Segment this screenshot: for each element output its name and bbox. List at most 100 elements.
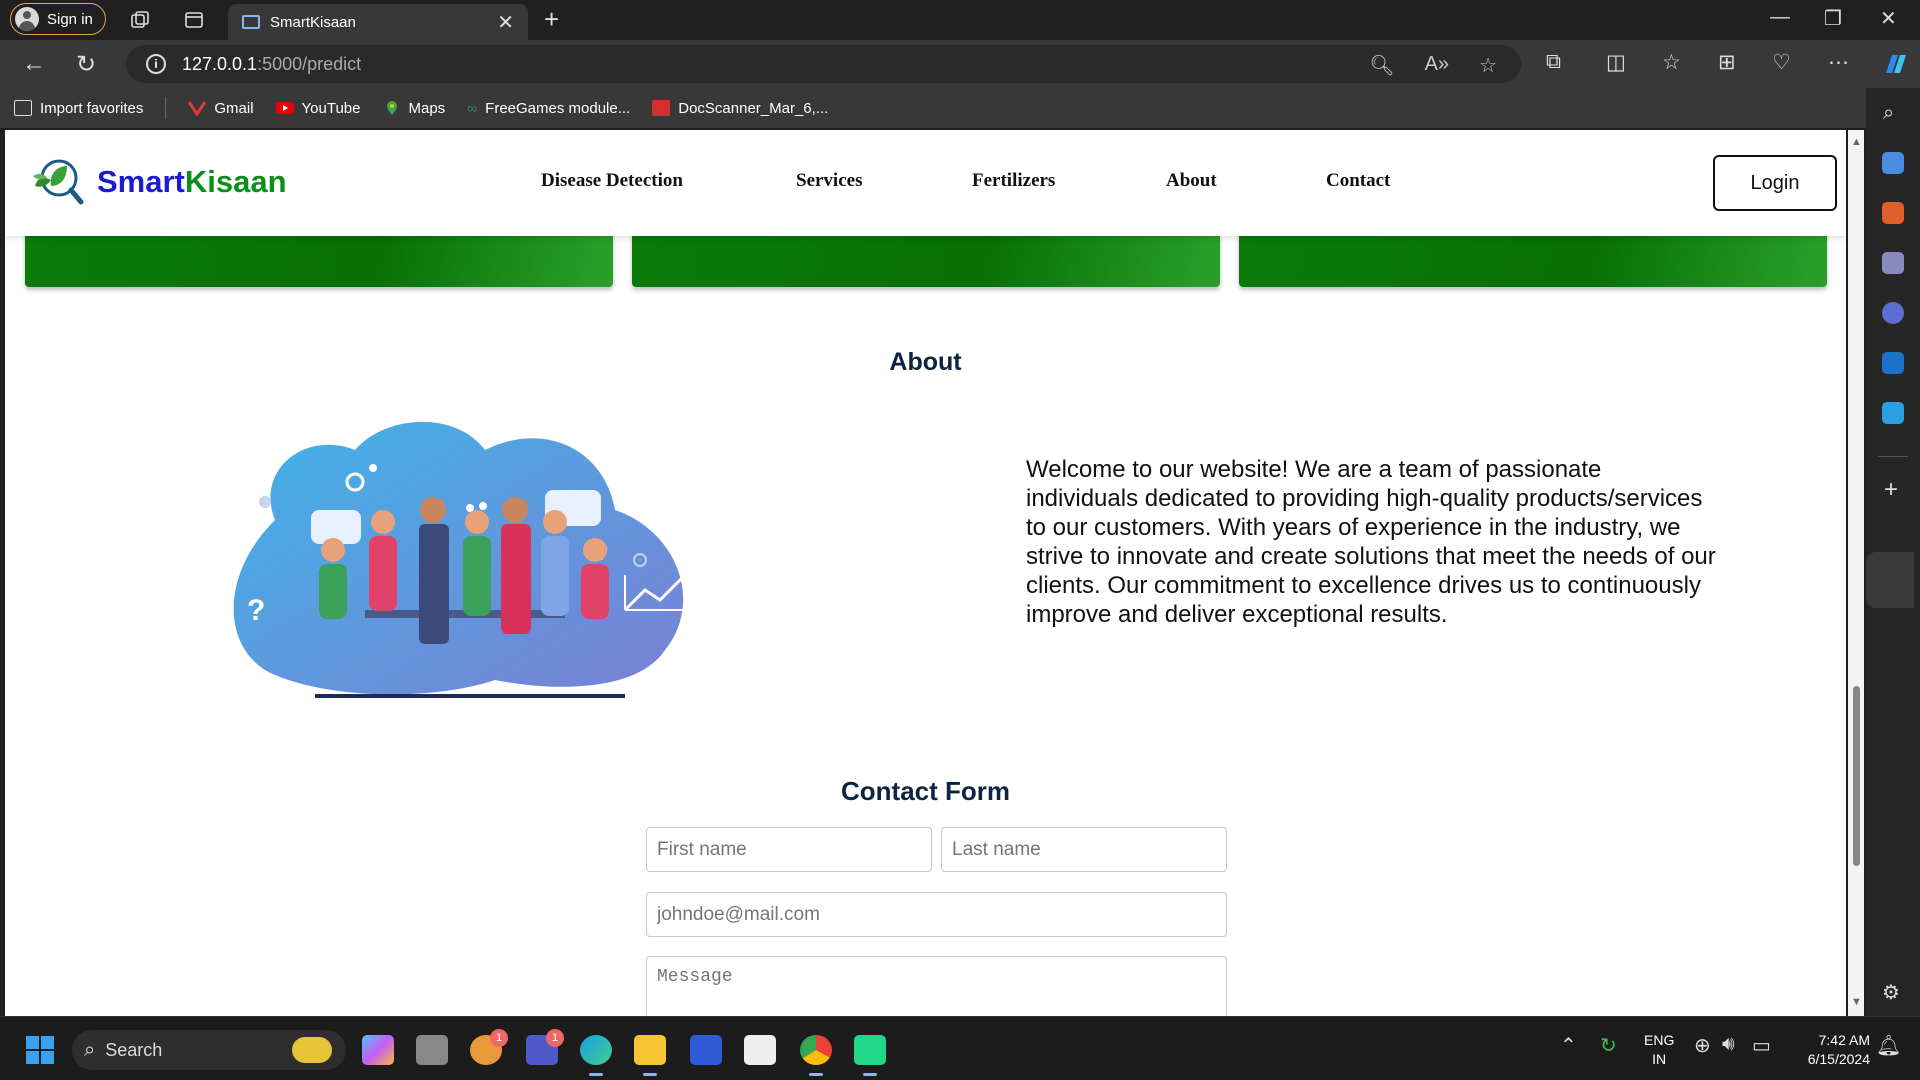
microsoft-store-icon[interactable]: [744, 1035, 776, 1065]
windows-taskbar: ⌕ Search 1 1 ⌃ ↻ ENG IN ⊕ 🔊︎ ▭ 7:42 AM 6…: [0, 1016, 1920, 1080]
bookmark-label: Import favorites: [40, 99, 144, 117]
split-screen-icon[interactable]: ◫: [1606, 50, 1626, 75]
copilot-icon[interactable]: [1880, 49, 1910, 79]
sync-icon[interactable]: ↻: [1600, 1033, 1617, 1058]
workspaces-icon[interactable]: [128, 8, 152, 32]
sidebar-add-icon[interactable]: +: [1884, 476, 1898, 504]
sidebar-outlook-icon[interactable]: [1882, 352, 1904, 374]
restore-icon[interactable]: ❐: [1824, 6, 1842, 31]
collections-icon[interactable]: ⊞: [1718, 50, 1736, 75]
region-code: IN: [1652, 1051, 1667, 1067]
battery-icon[interactable]: ▭: [1752, 1033, 1771, 1058]
nav-services[interactable]: Services: [796, 170, 862, 192]
system-clock[interactable]: 7:42 AM 6/15/2024: [1794, 1031, 1870, 1069]
window-close-icon[interactable]: ✕: [1880, 6, 1897, 31]
bookmark-docscanner[interactable]: DocScanner_Mar_6,...: [652, 100, 828, 117]
sidebar-send-icon[interactable]: [1882, 402, 1904, 424]
taskbar-search-box[interactable]: ⌕ Search: [72, 1030, 346, 1070]
copilot-app-icon[interactable]: [362, 1035, 394, 1065]
profile-signin-button[interactable]: Sign in: [10, 3, 106, 35]
clock-date: 6/15/2024: [1807, 1051, 1870, 1067]
bookmark-maps[interactable]: Maps: [383, 100, 445, 117]
search-label: Search: [105, 1039, 163, 1060]
service-card[interactable]: [632, 230, 1220, 287]
teams-app-icon[interactable]: 1: [526, 1029, 564, 1065]
chrome-app-icon[interactable]: [800, 1035, 832, 1076]
sidebar-shopping-icon[interactable]: [1882, 152, 1904, 174]
widgets-app-icon[interactable]: 1: [470, 1029, 508, 1065]
address-input[interactable]: i 127.0.0.1:5000/predict 🔍︎ A» ☆: [126, 45, 1521, 83]
service-card[interactable]: [25, 230, 613, 287]
bookmark-import-favorites[interactable]: Import favorites: [14, 100, 143, 117]
first-name-input[interactable]: [646, 827, 932, 872]
new-tab-icon[interactable]: +: [544, 4, 559, 35]
sidebar-games-icon[interactable]: [1882, 252, 1904, 274]
language-indicator[interactable]: ENG IN: [1644, 1031, 1674, 1069]
nav-contact[interactable]: Contact: [1326, 170, 1390, 192]
site-info-icon[interactable]: i: [146, 54, 166, 74]
scrollbar-thumb[interactable]: [1853, 686, 1860, 866]
brand-part-smart: Smart: [97, 164, 185, 199]
nav-disease-detection[interactable]: Disease Detection: [541, 170, 683, 192]
site-navbar: SmartKisaan Disease Detection Services F…: [5, 130, 1846, 236]
minimize-icon[interactable]: —: [1770, 6, 1790, 29]
bookmark-gmail[interactable]: Gmail: [188, 100, 254, 117]
extensions-icon[interactable]: ⧉: [1546, 50, 1561, 74]
tab-close-icon[interactable]: ✕: [497, 10, 514, 35]
bookmark-freegames[interactable]: ∞ FreeGames module...: [467, 100, 630, 117]
sidebar-separator: [1878, 456, 1908, 457]
visual-studio-icon[interactable]: [690, 1035, 722, 1065]
refresh-icon[interactable]: ↻: [76, 50, 96, 79]
favorites-bar: Import favorites Gmail YouTube Maps ∞ Fr…: [0, 88, 1920, 128]
sidebar-search-icon[interactable]: ⌕: [1883, 102, 1894, 125]
zoom-icon[interactable]: 🔍︎: [1369, 53, 1394, 78]
last-name-input[interactable]: [941, 827, 1227, 872]
nav-fertilizers[interactable]: Fertilizers: [972, 170, 1055, 192]
login-button[interactable]: Login: [1713, 155, 1837, 211]
show-hidden-icons-icon[interactable]: ⌃: [1560, 1033, 1577, 1058]
bookmark-youtube[interactable]: YouTube: [275, 99, 361, 117]
scroll-up-arrow-icon[interactable]: ▲: [1851, 136, 1862, 148]
notification-badge: 1: [546, 1029, 564, 1047]
network-icon[interactable]: ⊕: [1694, 1033, 1711, 1058]
page-viewport: SmartKisaan Disease Detection Services F…: [5, 130, 1846, 1016]
email-input[interactable]: [646, 892, 1227, 937]
tab-actions-icon[interactable]: [182, 8, 206, 32]
pycharm-app-icon[interactable]: [854, 1035, 886, 1076]
settings-more-icon[interactable]: ⋯: [1828, 50, 1849, 75]
url-host: 127.0.0.1: [182, 53, 258, 74]
bookmark-separator: [165, 97, 167, 119]
back-icon[interactable]: ←: [22, 50, 46, 78]
import-icon: [14, 100, 32, 116]
tab-smartkisaan[interactable]: SmartKisaan ✕: [228, 4, 528, 40]
smartkisaan-logo-icon[interactable]: [29, 156, 85, 208]
clock-time: 7:42 AM: [1818, 1032, 1870, 1048]
bookmark-label: FreeGames module...: [485, 99, 631, 117]
youtube-icon: [275, 102, 294, 114]
about-heading: About: [889, 348, 962, 376]
sidebar-settings-icon[interactable]: ⚙: [1882, 980, 1900, 1005]
volume-icon[interactable]: 🔊︎: [1722, 1033, 1735, 1056]
notifications-bell-icon[interactable]: 🔔︎: [1876, 1033, 1901, 1058]
message-textarea[interactable]: [646, 956, 1227, 1016]
brand-name[interactable]: SmartKisaan: [97, 164, 287, 200]
contact-form-heading: Contact Form: [841, 776, 1010, 806]
brand-part-kisaan: Kisaan: [184, 164, 287, 199]
task-view-icon[interactable]: [416, 1035, 448, 1065]
scroll-down-arrow-icon[interactable]: ▼: [1851, 996, 1862, 1008]
start-windows-icon[interactable]: [26, 1036, 54, 1064]
page-scrollbar[interactable]: ▲ ▼: [1848, 130, 1864, 1016]
file-explorer-icon[interactable]: [634, 1035, 666, 1076]
bookmark-label: YouTube: [301, 99, 361, 117]
read-aloud-icon[interactable]: A»: [1425, 53, 1449, 78]
favorite-star-icon[interactable]: ☆: [1479, 53, 1497, 78]
browser-essentials-icon[interactable]: ♡: [1772, 50, 1791, 75]
edge-app-icon[interactable]: [580, 1035, 612, 1076]
sidebar-tools-icon[interactable]: [1882, 202, 1904, 224]
sidebar-copilot-icon[interactable]: [1882, 302, 1904, 324]
nav-about[interactable]: About: [1166, 170, 1217, 192]
service-card[interactable]: [1239, 230, 1827, 287]
page-favicon-icon: [242, 15, 260, 29]
favorites-icon[interactable]: ☆: [1662, 50, 1681, 75]
sidebar-pinned-app-icon[interactable]: [1866, 552, 1914, 608]
